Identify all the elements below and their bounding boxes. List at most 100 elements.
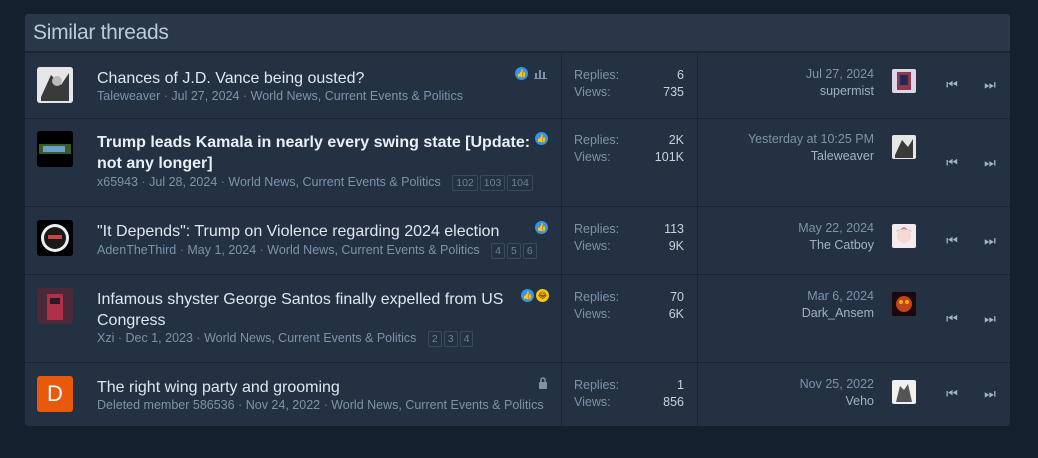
meta-separator: · (220, 175, 225, 189)
last-post-date[interactable]: Jul 27, 2024 (806, 67, 874, 81)
replies-stat: Replies: 6 (574, 68, 684, 82)
thread-meta: Deleted member 586536 · Nov 24, 2022 · W… (97, 398, 544, 412)
last-post-user[interactable]: Dark_Ansem (802, 306, 874, 320)
like-icon: 👍 (515, 67, 528, 80)
last-post-user[interactable]: The Catboy (809, 238, 874, 252)
jump-last-icon[interactable]: ⏭ (982, 78, 998, 94)
last-post-date[interactable]: Yesterday at 10:25 PM (748, 132, 874, 146)
jump-last-icon[interactable]: ⏭ (982, 156, 998, 172)
avatar[interactable] (37, 220, 73, 256)
thread-date[interactable]: May 1, 2024 (187, 243, 256, 257)
meta-separator: · (179, 243, 184, 257)
jump-first-icon[interactable]: ⏮ (944, 156, 960, 172)
thread-author[interactable]: AdenTheThird (97, 243, 176, 257)
avatar-image (37, 220, 73, 256)
page-link[interactable]: 6 (522, 243, 537, 259)
jump-first-icon[interactable]: ⏮ (944, 387, 960, 403)
avatar-image (37, 67, 73, 103)
views-count: 9K (668, 239, 684, 253)
replies-count: 1 (677, 378, 684, 392)
laugh-icon: 😂 (536, 289, 549, 302)
thread-author[interactable]: Taleweaver (97, 89, 160, 103)
like-icon: 👍 (521, 289, 534, 302)
jump-last-icon[interactable]: ⏭ (982, 234, 998, 250)
avatar[interactable] (37, 67, 73, 103)
thread-author[interactable]: Deleted member 586536 (97, 398, 235, 412)
last-poster-avatar[interactable] (892, 380, 916, 404)
last-post-date[interactable]: May 22, 2024 (798, 221, 874, 235)
last-post-user[interactable]: Veho (845, 394, 874, 408)
replies-count: 2K (668, 133, 684, 147)
thread-forum[interactable]: World News, Current Events & Politics (251, 89, 463, 103)
thread-forum[interactable]: World News, Current Events & Politics (204, 331, 416, 345)
avatar-image (37, 131, 73, 167)
meta-separator: · (141, 175, 146, 189)
thread-forum[interactable]: World News, Current Events & Politics (228, 175, 440, 189)
meta-separator: · (242, 89, 248, 103)
replies-count: 6 (677, 68, 684, 82)
views-count: 735 (663, 85, 684, 99)
page-link[interactable]: 103 (479, 175, 506, 191)
last-post-date[interactable]: Mar 6, 2024 (807, 289, 874, 303)
thread-meta: Taleweaver · Jul 27, 2024 · World News, … (97, 89, 463, 103)
meta-separator: · (238, 398, 243, 412)
views-count: 856 (663, 395, 684, 409)
thread-row: "It Depends": Trump on Violence regardin… (25, 206, 1010, 275)
thread-date[interactable]: Jul 27, 2024 (171, 89, 239, 103)
jump-last-icon[interactable]: ⏭ (982, 387, 998, 403)
thread-author[interactable]: Xzi (97, 331, 114, 345)
avatar[interactable] (37, 288, 73, 324)
last-poster-avatar[interactable] (892, 292, 916, 316)
thread-title[interactable]: The right wing party and grooming (97, 377, 537, 398)
replies-stat: Replies: 1 (574, 378, 684, 392)
thread-forum[interactable]: World News, Current Events & Politics (331, 398, 543, 412)
thread-title[interactable]: Trump leads Kamala in nearly every swing… (97, 132, 537, 174)
jump-first-icon[interactable]: ⏮ (944, 312, 960, 328)
like-icon: 👍 (535, 132, 548, 145)
thread-row: Trump leads Kamala in nearly every swing… (25, 118, 1010, 207)
last-poster-avatar[interactable] (892, 69, 916, 93)
replies-stat: Replies: 113 (574, 222, 684, 236)
jump-last-icon[interactable]: ⏭ (982, 312, 998, 328)
replies-stat: Replies: 2K (574, 133, 684, 147)
jump-first-icon[interactable]: ⏮ (944, 234, 960, 250)
meta-separator: · (323, 398, 328, 412)
page-link[interactable]: 4 (459, 331, 474, 347)
thread-forum[interactable]: World News, Current Events & Politics (267, 243, 479, 257)
page-link[interactable]: 5 (506, 243, 521, 259)
thread-title[interactable]: "It Depends": Trump on Violence regardin… (97, 221, 537, 242)
last-poster-avatar[interactable] (892, 135, 916, 159)
avatar[interactable]: D (37, 376, 73, 412)
avatar-image (892, 135, 916, 159)
thread-row: D The right wing party and grooming Dele… (25, 362, 1010, 426)
page-link[interactable]: 2 (427, 331, 442, 347)
meta-separator: · (117, 331, 123, 345)
last-post-date[interactable]: Nov 25, 2022 (800, 377, 874, 391)
avatar-image (892, 224, 916, 248)
meta-separator: · (163, 89, 168, 103)
views-stat: Views: 6K (574, 307, 684, 321)
last-poster-avatar[interactable] (892, 224, 916, 248)
block-title: Similar threads (33, 20, 169, 44)
page-link[interactable]: 3 (443, 331, 458, 347)
page-link[interactable]: 104 (507, 175, 533, 191)
last-post-user[interactable]: supermist (820, 84, 874, 98)
page-link[interactable]: 102 (452, 175, 478, 191)
thread-title[interactable]: Infamous shyster George Santos finally e… (97, 289, 517, 331)
thread-date[interactable]: Nov 24, 2022 (246, 398, 320, 412)
poll-icon (534, 70, 547, 79)
thread-date[interactable]: Dec 1, 2023 (126, 331, 193, 345)
avatar-image (892, 292, 916, 316)
views-stat: Views: 735 (574, 85, 684, 99)
thread-date[interactable]: Jul 28, 2024 (149, 175, 217, 189)
avatar-image (892, 69, 916, 93)
thread-meta: AdenTheThird · May 1, 2024 · World News,… (97, 243, 537, 259)
page-link[interactable]: 4 (491, 243, 505, 259)
avatar[interactable] (37, 131, 73, 167)
thread-title[interactable]: Chances of J.D. Vance being ousted? (97, 68, 537, 89)
last-post-user[interactable]: Taleweaver (811, 149, 874, 163)
thread-meta: Xzi · Dec 1, 2023 · World News, Current … (97, 331, 474, 347)
jump-first-icon[interactable]: ⏮ (944, 78, 960, 94)
views-count: 101K (654, 150, 684, 164)
thread-author[interactable]: x65943 (97, 175, 138, 189)
